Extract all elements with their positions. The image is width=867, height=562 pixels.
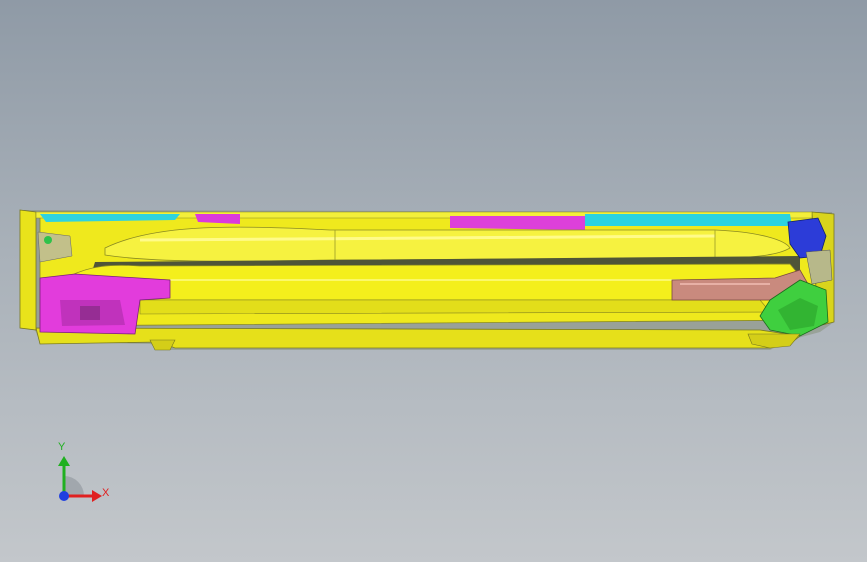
y-axis-label: Y <box>58 441 66 453</box>
z-axis-dot-icon <box>59 491 69 501</box>
magenta-strip-top-2 <box>450 216 585 230</box>
lower-shell <box>35 327 801 349</box>
cyan-strip-right <box>585 214 792 226</box>
x-axis-arrow-icon <box>92 490 102 502</box>
upper-tube <box>104 226 791 262</box>
left-magenta-slot <box>80 306 100 320</box>
y-axis-arrow-icon <box>58 456 70 466</box>
x-axis-label: X <box>102 487 110 499</box>
left-green-dot <box>44 236 52 244</box>
triad-graphic <box>58 456 102 502</box>
3d-viewport[interactable]: Y X <box>0 0 867 562</box>
left-end-plate <box>19 209 37 331</box>
coordinate-triad: Y X <box>40 438 120 518</box>
floor-strip <box>139 299 771 315</box>
cad-model[interactable] <box>0 0 867 562</box>
